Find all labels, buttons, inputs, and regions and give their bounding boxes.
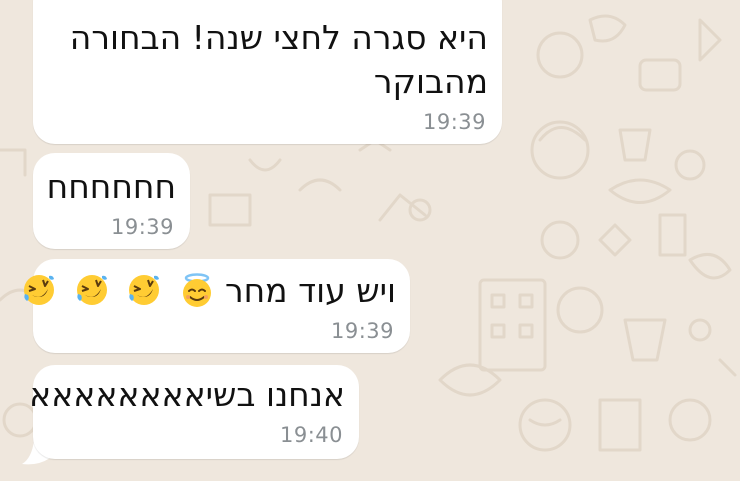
- message-text: חחחחחח: [46, 167, 176, 206]
- rolling-laughing-face-icon: [76, 275, 107, 305]
- message-text-body: ויש עוד מחר: [225, 271, 396, 310]
- message-text-line-2: מהבוקר: [373, 62, 488, 101]
- message-text-line-1: היא סגרה לחצי שנה! הבחורה: [69, 18, 488, 57]
- message-timestamp: 19:40: [279, 423, 343, 447]
- rolling-laughing-face-icon: [129, 275, 159, 305]
- message-text: ויש עוד מחר: [15, 269, 396, 313]
- message-bubble-2[interactable]: חחחחחח 19:39: [33, 153, 190, 249]
- message-text: אנחנו בשיאאאאאאאא: [29, 375, 345, 414]
- message-timestamp: 19:39: [330, 319, 394, 343]
- message-bubble-4[interactable]: אנחנו בשיאאאאאאאא 19:40: [29, 365, 359, 459]
- rolling-laughing-face-icon: [24, 275, 54, 305]
- message-bubble-1[interactable]: היא סגרה לחצי שנה! הבחורה מהבוקר 19:39: [33, 0, 502, 144]
- message-timestamp: 19:39: [110, 215, 174, 239]
- message-bubble-3[interactable]: ויש עוד מחר 19:39: [24, 259, 410, 353]
- message-timestamp: 19:39: [422, 110, 486, 134]
- smiling-face-with-halo-icon: [182, 273, 211, 307]
